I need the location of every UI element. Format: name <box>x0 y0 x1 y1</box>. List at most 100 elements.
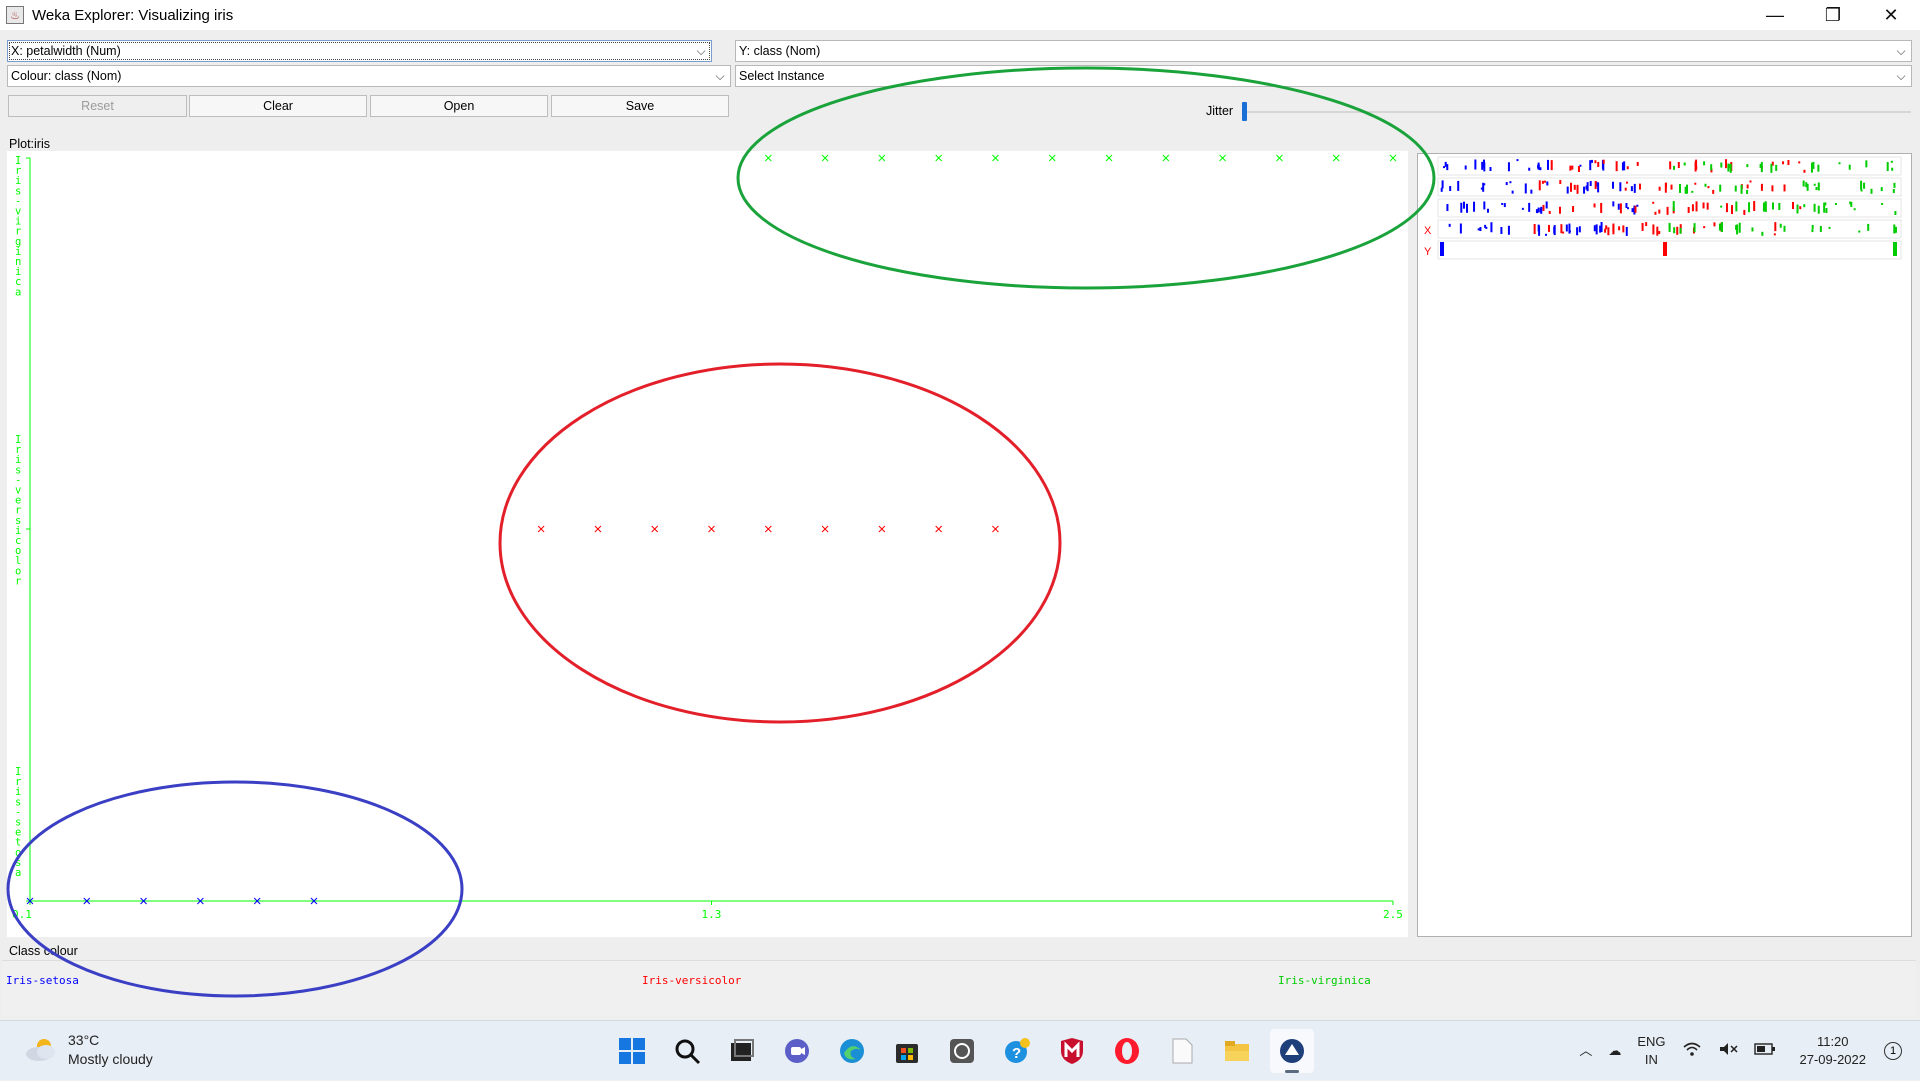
attribute-bar-point <box>1612 181 1615 189</box>
file-icon[interactable] <box>1160 1029 1204 1073</box>
legend-item-setosa[interactable]: Iris-setosa <box>6 974 79 987</box>
colour-select[interactable]: Colour: class (Nom) ⌵ <box>7 65 731 87</box>
jitter-slider-track[interactable] <box>1243 111 1911 113</box>
attribute-bar-point <box>1481 161 1484 170</box>
attribute-bar-point <box>1577 166 1580 173</box>
attribute-bar-point <box>1798 161 1801 164</box>
attribute-bar-point <box>1760 183 1763 191</box>
attribute-bar-point <box>1544 180 1547 183</box>
attribute-bar-point <box>1764 201 1767 212</box>
attribute-bar-point <box>1677 162 1680 169</box>
edge-icon[interactable] <box>830 1029 874 1073</box>
attribute-bar-point <box>1775 164 1778 171</box>
title-bar[interactable]: ♨ Weka Explorer: Visualizing iris — ❐ ✕ <box>0 0 1920 30</box>
attribute-bar-point <box>1607 227 1610 236</box>
attribute-bar-point <box>1597 182 1600 193</box>
attribute-bar-point <box>1664 182 1667 188</box>
legend-item-versicolor[interactable]: Iris-versicolor <box>642 974 741 987</box>
attribute-bar-point <box>1589 160 1592 171</box>
attribute-bar-point <box>1583 186 1586 194</box>
clear-button[interactable]: Clear <box>189 95 367 117</box>
attribute-bar-point <box>1618 226 1621 231</box>
attribute-bar-point <box>1521 207 1524 210</box>
attribute-bar-point <box>1507 225 1510 235</box>
attribute-bar-point <box>1507 162 1510 172</box>
jitter-slider-thumb[interactable] <box>1242 102 1247 121</box>
file-explorer-icon[interactable] <box>1215 1029 1259 1073</box>
search-icon[interactable] <box>665 1029 709 1073</box>
class-colour-title: Class colour <box>9 944 78 958</box>
weather-description: Mostly cloudy <box>68 1051 153 1067</box>
attribute-bar-point <box>1528 202 1531 212</box>
select-instance-select[interactable]: Select Instance ⌵ <box>735 65 1912 87</box>
windows-start-icon[interactable] <box>610 1029 654 1073</box>
attribute-bar-point <box>1881 202 1884 205</box>
open-button[interactable]: Open <box>370 95 548 117</box>
save-button[interactable]: Save <box>551 95 729 117</box>
attribute-bar-point <box>1691 190 1694 193</box>
attribute-bar-point <box>1817 164 1820 172</box>
chat-icon[interactable] <box>775 1029 819 1073</box>
help-icon[interactable]: ? <box>995 1029 1039 1073</box>
restore-button[interactable]: ❐ <box>1804 0 1862 30</box>
app-icon[interactable] <box>940 1029 984 1073</box>
attribute-bar-point <box>1449 186 1452 192</box>
attribute-bar-point <box>1626 166 1629 170</box>
attribute-bar-point <box>1463 201 1466 209</box>
attribute-bar-point <box>1636 161 1639 166</box>
onedrive-cloud-icon[interactable]: ☁ <box>1608 1042 1621 1060</box>
store-icon[interactable] <box>885 1029 929 1073</box>
attribute-bar-point <box>1464 165 1467 170</box>
reset-button[interactable]: Reset <box>8 95 187 117</box>
attribute-bar-point <box>1460 202 1463 213</box>
chevron-up-icon[interactable]: ︿ <box>1579 1042 1592 1060</box>
attribute-bar-point <box>1670 184 1673 190</box>
language-top: ENG <box>1637 1034 1666 1049</box>
language-indicator[interactable]: ENG IN <box>1637 1033 1665 1069</box>
attribute-bar-point <box>1703 161 1706 166</box>
attribute-bar-point <box>1621 162 1624 171</box>
attribute-bar-point <box>1738 222 1741 233</box>
attribute-bar-point <box>1707 186 1710 189</box>
attribute-bar-point <box>1612 225 1615 235</box>
y-axis-select[interactable]: Y: class (Nom) ⌵ <box>735 40 1912 62</box>
attribute-bar-point <box>1803 204 1806 208</box>
scatter-plot[interactable]: 0.1 1.3 2.5 Ir i s - s e t o s a Ir i s - v e r s i c o l o r Ir i s -… <box>7 151 1408 937</box>
attribute-bar-point <box>1440 242 1444 256</box>
attribute-bar-point <box>1505 182 1508 186</box>
clock-date: 27-09-2022 <box>1799 1052 1867 1067</box>
attribute-bar-point <box>1858 230 1861 233</box>
attribute-bar-point <box>1474 159 1477 170</box>
x-axis-select[interactable]: X: petalwidth (Num) ⌵ <box>7 40 712 62</box>
task-view-icon[interactable] <box>720 1029 764 1073</box>
attribute-bars-svg[interactable]: XY <box>1418 154 1911 936</box>
attribute-bar-point <box>1880 187 1883 192</box>
attribute-bar-point <box>1442 166 1445 169</box>
attribute-bar-point <box>1813 183 1816 186</box>
legend-item-virginica[interactable]: Iris-virginica <box>1278 974 1371 987</box>
attribute-bar-point <box>1672 165 1675 170</box>
attribute-bar-point <box>1490 222 1493 233</box>
scatter-plot-svg[interactable]: 0.1 1.3 2.5Iris-setosaIris-versicolorIris-… <box>7 151 1408 937</box>
battery-icon[interactable] <box>1753 1042 1776 1061</box>
y-axis-select-value: Y: class (Nom) <box>739 44 821 58</box>
clock[interactable]: 11:20 27-09-2022 <box>1800 1033 1867 1069</box>
y-tick-label-char: r <box>15 575 21 587</box>
attribute-bar-point <box>1566 186 1569 194</box>
minimize-button[interactable]: — <box>1746 0 1804 30</box>
attribute-bars-panel[interactable]: XY <box>1417 153 1912 937</box>
weka-taskbar-icon[interactable] <box>1270 1029 1314 1073</box>
wifi-icon[interactable] <box>1682 1041 1702 1062</box>
weka-app-icon: ♨ <box>6 6 24 24</box>
taskbar: 33°C Mostly cloudy ? ︿ ☁ ENG IN 11:20 27… <box>0 1020 1920 1080</box>
volume-muted-icon[interactable] <box>1718 1041 1738 1062</box>
opera-icon[interactable] <box>1105 1029 1149 1073</box>
mcafee-icon[interactable] <box>1050 1029 1094 1073</box>
attribute-bar-point <box>1838 162 1841 165</box>
attribute-bar-point <box>1720 162 1723 168</box>
weather-widget[interactable]: 33°C Mostly cloudy <box>24 1031 153 1069</box>
notification-badge[interactable]: 1 <box>1884 1042 1902 1060</box>
attribute-bar-point <box>1825 208 1828 214</box>
attribute-bar-point <box>1537 164 1540 170</box>
close-button[interactable]: ✕ <box>1862 0 1920 30</box>
